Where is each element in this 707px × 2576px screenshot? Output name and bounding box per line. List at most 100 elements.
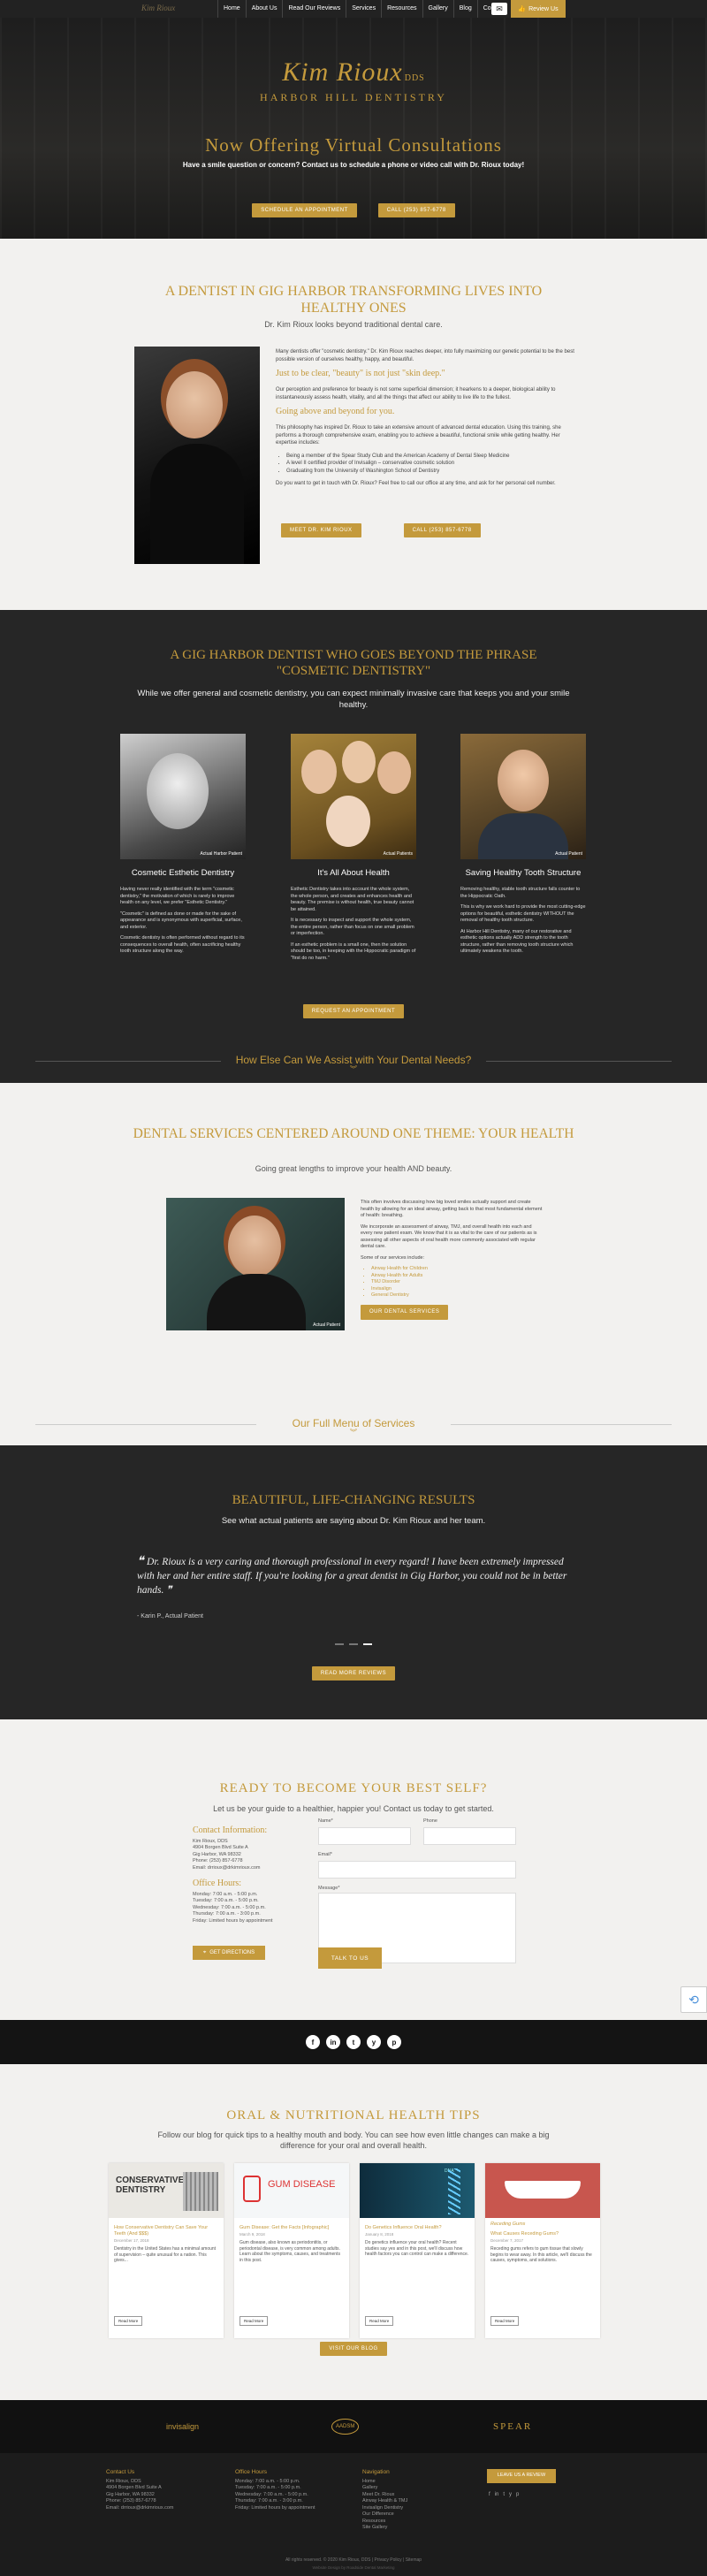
nav-item-reviews[interactable]: Read Our Reviews (282, 0, 346, 18)
blog-card-excerpt: Gum disease, also known as periodontitis… (239, 2240, 340, 2263)
linkedin-icon[interactable]: in (495, 2492, 499, 2499)
service-link[interactable]: Airway Health for Adults (371, 1273, 543, 1280)
aadsm-logo[interactable]: AADSM (331, 2419, 360, 2435)
service-link[interactable]: General Dentistry (371, 1292, 543, 1299)
design-credit[interactable]: Website Design by Roadside Dental Market… (0, 2565, 707, 2572)
footer-nav-link[interactable]: Resources (362, 2519, 407, 2526)
office-hours: Office Hours: Monday: 7:00 a.m. - 5:00 p… (193, 1879, 308, 1924)
footer-nav-link[interactable]: Meet Dr. Rioux (362, 2492, 407, 2499)
leave-review-button[interactable]: Leave us a review (487, 2469, 556, 2483)
expertise-list: Being a member of the Spear Study Club a… (286, 453, 576, 476)
blog-card-title[interactable]: How Conservative Dentistry Can Save Your… (114, 2225, 218, 2237)
mail-icon[interactable]: ✉ (491, 3, 507, 15)
nav-item-services[interactable]: Services (346, 0, 381, 18)
pinterest-icon[interactable]: p (516, 2492, 519, 2499)
invisalign-logo[interactable]: invisalign (166, 2422, 199, 2431)
nav-item-about[interactable]: About Us (245, 0, 283, 18)
footer-nav-link[interactable]: Invisalign Dentistry (362, 2505, 407, 2512)
schedule-appointment-button[interactable]: Schedule an appointment (252, 203, 357, 217)
footer-nav-link[interactable]: Home (362, 2479, 407, 2486)
feature-title: It's All About Health (317, 868, 390, 878)
chevron-down-icon[interactable]: ︾ (0, 1429, 707, 1437)
patient-photo: Actual Harbor Patient (120, 734, 246, 859)
hero-buttons: Schedule an appointment Call (253) 857-6… (0, 203, 707, 217)
chevron-down-icon[interactable]: ︾ (0, 1066, 707, 1073)
request-appointment-button[interactable]: Request an appointment (302, 1004, 405, 1018)
footer-nav-link[interactable]: Gallery (362, 2485, 407, 2492)
hours-title: Office Hours: (193, 1879, 242, 1888)
intro-buttons: Meet Dr. Kim Rioux Call (253) 857-6778 (281, 523, 481, 537)
blog-card[interactable]: Conservative Dentistry How Conservative … (109, 2163, 224, 2338)
call-button[interactable]: Call (253) 857-6778 (377, 203, 455, 217)
nav-item-home[interactable]: Home (217, 0, 246, 18)
read-reviews-button[interactable]: Read more reviews (311, 1666, 396, 1680)
carousel-dot[interactable] (349, 1643, 358, 1645)
brand-suffix: DDS (404, 73, 425, 83)
meet-dr-button[interactable]: Meet Dr. Kim Rioux (281, 523, 361, 537)
twitter-icon[interactable]: t (346, 2035, 361, 2049)
blog-image-label: Conservative Dentistry (116, 2176, 185, 2195)
recaptcha-icon[interactable]: ⟲ (680, 1986, 707, 2013)
blog-card-title[interactable]: Gum Disease: Get the Facts [Infographic] (239, 2225, 344, 2231)
blog-card-title[interactable]: Do Genetics Influence Oral Health? (365, 2225, 469, 2231)
full-menu-label[interactable]: Our Full Menu of Services (293, 1417, 415, 1429)
list-item: Graduating from the University of Washin… (286, 468, 576, 476)
get-directions-button[interactable]: ⌖ Get Directions (193, 1946, 265, 1960)
dental-services-button[interactable]: Our Dental Services (361, 1304, 449, 1320)
twitter-icon[interactable]: t (503, 2492, 505, 2499)
read-more-button[interactable]: Read More (490, 2316, 520, 2326)
visit-blog-button[interactable]: Visit our blog (320, 2342, 387, 2356)
nav-logo[interactable]: Kim Rioux (141, 4, 175, 12)
reviews-wrapper: Read more reviews (0, 1663, 707, 1680)
read-more-button[interactable]: Read More (239, 2316, 269, 2326)
nav-item-blog[interactable]: Blog (452, 0, 477, 18)
email-link[interactable]: Email: drrioux@drkimrioux.com (193, 1865, 308, 1872)
blog-card-title[interactable]: What Causes Receding Gums? (490, 2231, 595, 2237)
facebook-icon[interactable]: f (306, 2035, 320, 2049)
service-link[interactable]: Airway Health for Children (371, 1266, 543, 1273)
feature-paragraph: It is necessary to inspect and support t… (291, 918, 414, 936)
email-input[interactable] (318, 1861, 516, 1879)
phone-input[interactable] (423, 1827, 516, 1845)
carousel-dot[interactable] (335, 1643, 344, 1645)
services-text: This often involves discussing how big l… (361, 1200, 543, 1320)
footer-nav-link[interactable]: Airway Health & TMJ (362, 2498, 407, 2505)
blog-card[interactable]: DNA Do Genetics Influence Oral Health? J… (360, 2163, 475, 2338)
blog-card[interactable]: Gum Disease Gum Disease: Get the Facts [… (234, 2163, 349, 2338)
review-us-button[interactable]: 👍 Review Us (511, 0, 566, 18)
service-link[interactable]: TMJ Disorder (371, 1279, 543, 1286)
call-button[interactable]: Call (253) 857-6778 (403, 523, 481, 537)
carousel-dot-active[interactable] (363, 1643, 372, 1645)
read-more-button[interactable]: Read More (365, 2316, 394, 2326)
linkedin-icon[interactable]: in (326, 2035, 340, 2049)
hours-line: Tuesday: 7:00 a.m. - 5:00 p.m. (193, 1898, 259, 1903)
facebook-icon[interactable]: f (489, 2492, 490, 2499)
youtube-icon[interactable]: y (509, 2492, 512, 2499)
nav-item-resources[interactable]: Resources (381, 0, 422, 18)
footer-line: Friday: Limited hours by appointment (235, 2504, 315, 2511)
footer-nav-link[interactable]: Site Gallery (362, 2525, 407, 2532)
footer-email-link[interactable]: Email: drrioux@drkimrioux.com (106, 2505, 174, 2512)
name-label: Name* (318, 1818, 333, 1824)
name-input[interactable] (318, 1827, 411, 1845)
message-label: Message* (318, 1886, 340, 1891)
pinterest-icon[interactable]: p (387, 2035, 401, 2049)
contact-info: Contact Information: Kim Rioux, DDS 4904… (193, 1826, 308, 1924)
footer-nav-link[interactable]: Our Difference (362, 2511, 407, 2519)
read-more-button[interactable]: Read More (114, 2316, 143, 2326)
nav-item-gallery[interactable]: Gallery (422, 0, 453, 18)
youtube-icon[interactable]: y (367, 2035, 381, 2049)
phone-link[interactable]: Phone: (253) 857-6778 (193, 1858, 308, 1865)
beyond-lead: While we offer general and cosmetic dent… (137, 689, 570, 710)
blog-card[interactable]: Receding Gums What Causes Receding Gums?… (485, 2163, 600, 2338)
footer-phone-link[interactable]: Phone: (253) 857-6778 (106, 2498, 174, 2505)
service-link[interactable]: Invisalign (371, 1286, 543, 1293)
footer-line: Gig Harbor, WA 98332 (106, 2491, 155, 2497)
brand-subtitle: HARBOR HILL DENTISTRY (260, 91, 447, 103)
footer-hours: Office Hours Monday: 7:00 a.m. - 5:00 p.… (235, 2469, 315, 2511)
spear-logo[interactable]: SPEAR (493, 2421, 532, 2432)
assist-heading: How Else Can We Assist with Your Dental … (0, 1054, 707, 1073)
submit-button[interactable]: Talk to us (318, 1947, 382, 1969)
social-bar: f in t y p (0, 2020, 707, 2064)
contact-lead: Let us be your guide to a healthier, hap… (213, 1804, 494, 1813)
